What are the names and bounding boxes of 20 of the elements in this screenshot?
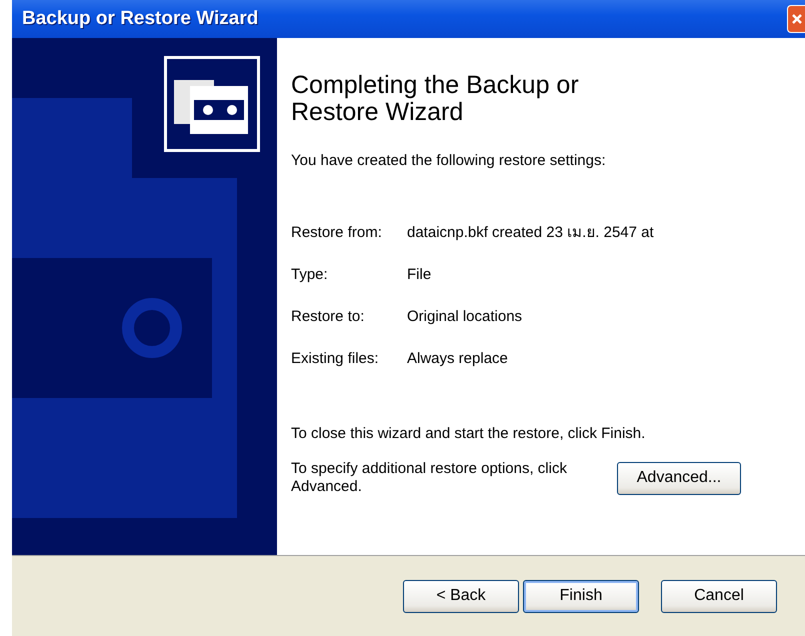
close-button[interactable] bbox=[787, 5, 805, 33]
intro-text: You have created the following restore settings: bbox=[291, 152, 607, 169]
advanced-instruction: To specify additional restore options, click Advanced. bbox=[291, 460, 568, 496]
finish-button[interactable]: Finish bbox=[523, 580, 639, 612]
setting-label: Restore from: bbox=[291, 223, 383, 243]
setting-label: Existing files: bbox=[291, 349, 380, 369]
cancel-button[interactable]: Cancel bbox=[661, 580, 777, 612]
back-button[interactable]: < Back bbox=[403, 580, 519, 612]
setting-label: Restore to: bbox=[291, 307, 366, 327]
setting-value: File bbox=[407, 265, 432, 285]
finish-instruction: To close this wizard and start the restore, click Finish. bbox=[291, 425, 646, 442]
wizard-heading: Completing the Backup or Restore Wizard bbox=[291, 72, 580, 126]
setting-value: Always replace bbox=[407, 349, 509, 369]
tape-cartridge-icon bbox=[164, 56, 260, 152]
advanced-button[interactable]: Advanced... bbox=[617, 462, 741, 494]
setting-label: Type: bbox=[291, 265, 329, 285]
window-title: Backup or Restore Wizard bbox=[22, 8, 258, 30]
close-icon bbox=[790, 13, 802, 25]
setting-value: dataicnp.bkf created 23 เม.ย. 2547 at bbox=[407, 223, 655, 243]
setting-value: Original locations bbox=[407, 307, 524, 327]
